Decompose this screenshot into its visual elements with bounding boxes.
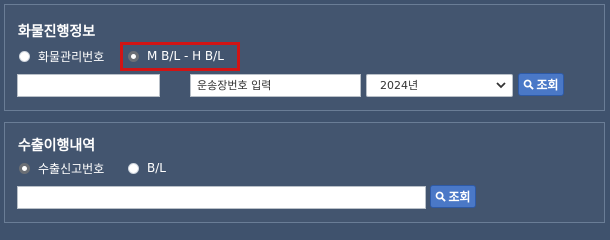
year-select[interactable]: 2024년 — [366, 74, 513, 97]
radio-label: B/L — [147, 161, 166, 175]
export-radio-group: 수출신고번호 — [19, 159, 104, 177]
waybill-number-input[interactable]: 운송장번호 입력 — [190, 74, 361, 97]
radio-dot[interactable] — [19, 50, 30, 62]
radio-label: 수출신고번호 — [38, 161, 105, 176]
cargo-progress-panel: 화물진행정보 화물관리번호 M B/L - H B/L 운송장번호 입력 202… — [4, 4, 605, 111]
search-icon — [524, 79, 535, 90]
year-select-value: 2024년 — [380, 79, 419, 92]
export-history-title: 수출이행내역 — [18, 138, 96, 154]
radio-dot[interactable] — [128, 50, 139, 62]
search-button-label: 조회 — [448, 190, 471, 204]
radio-label: M B/L - H B/L — [147, 49, 224, 63]
cargo-progress-title: 화물진행정보 — [18, 24, 96, 40]
cargo-radio-group-2: M B/L - H B/L — [128, 47, 224, 65]
radio-export-declaration-number[interactable]: 수출신고번호 — [19, 159, 104, 177]
export-search-button[interactable]: 조회 — [430, 185, 476, 208]
search-icon — [436, 191, 447, 202]
export-radio-group-2: B/L — [128, 159, 166, 177]
radio-cargo-mgmt-number[interactable]: 화물관리번호 — [19, 47, 104, 65]
radio-bl[interactable]: B/L — [128, 159, 166, 177]
cargo-radio-group: 화물관리번호 — [19, 47, 104, 65]
radio-dot[interactable] — [128, 162, 139, 174]
cargo-number-input[interactable] — [17, 74, 160, 97]
cargo-search-button[interactable]: 조회 — [518, 73, 564, 96]
radio-dot[interactable] — [19, 162, 30, 174]
export-number-input[interactable] — [17, 186, 426, 209]
radio-mbl-hbl[interactable]: M B/L - H B/L — [128, 47, 224, 65]
radio-label: 화물관리번호 — [38, 49, 105, 64]
chevron-down-icon — [496, 82, 506, 89]
export-history-panel: 수출이행내역 수출신고번호 B/L 조회 — [4, 122, 605, 223]
search-button-label: 조회 — [536, 78, 559, 92]
